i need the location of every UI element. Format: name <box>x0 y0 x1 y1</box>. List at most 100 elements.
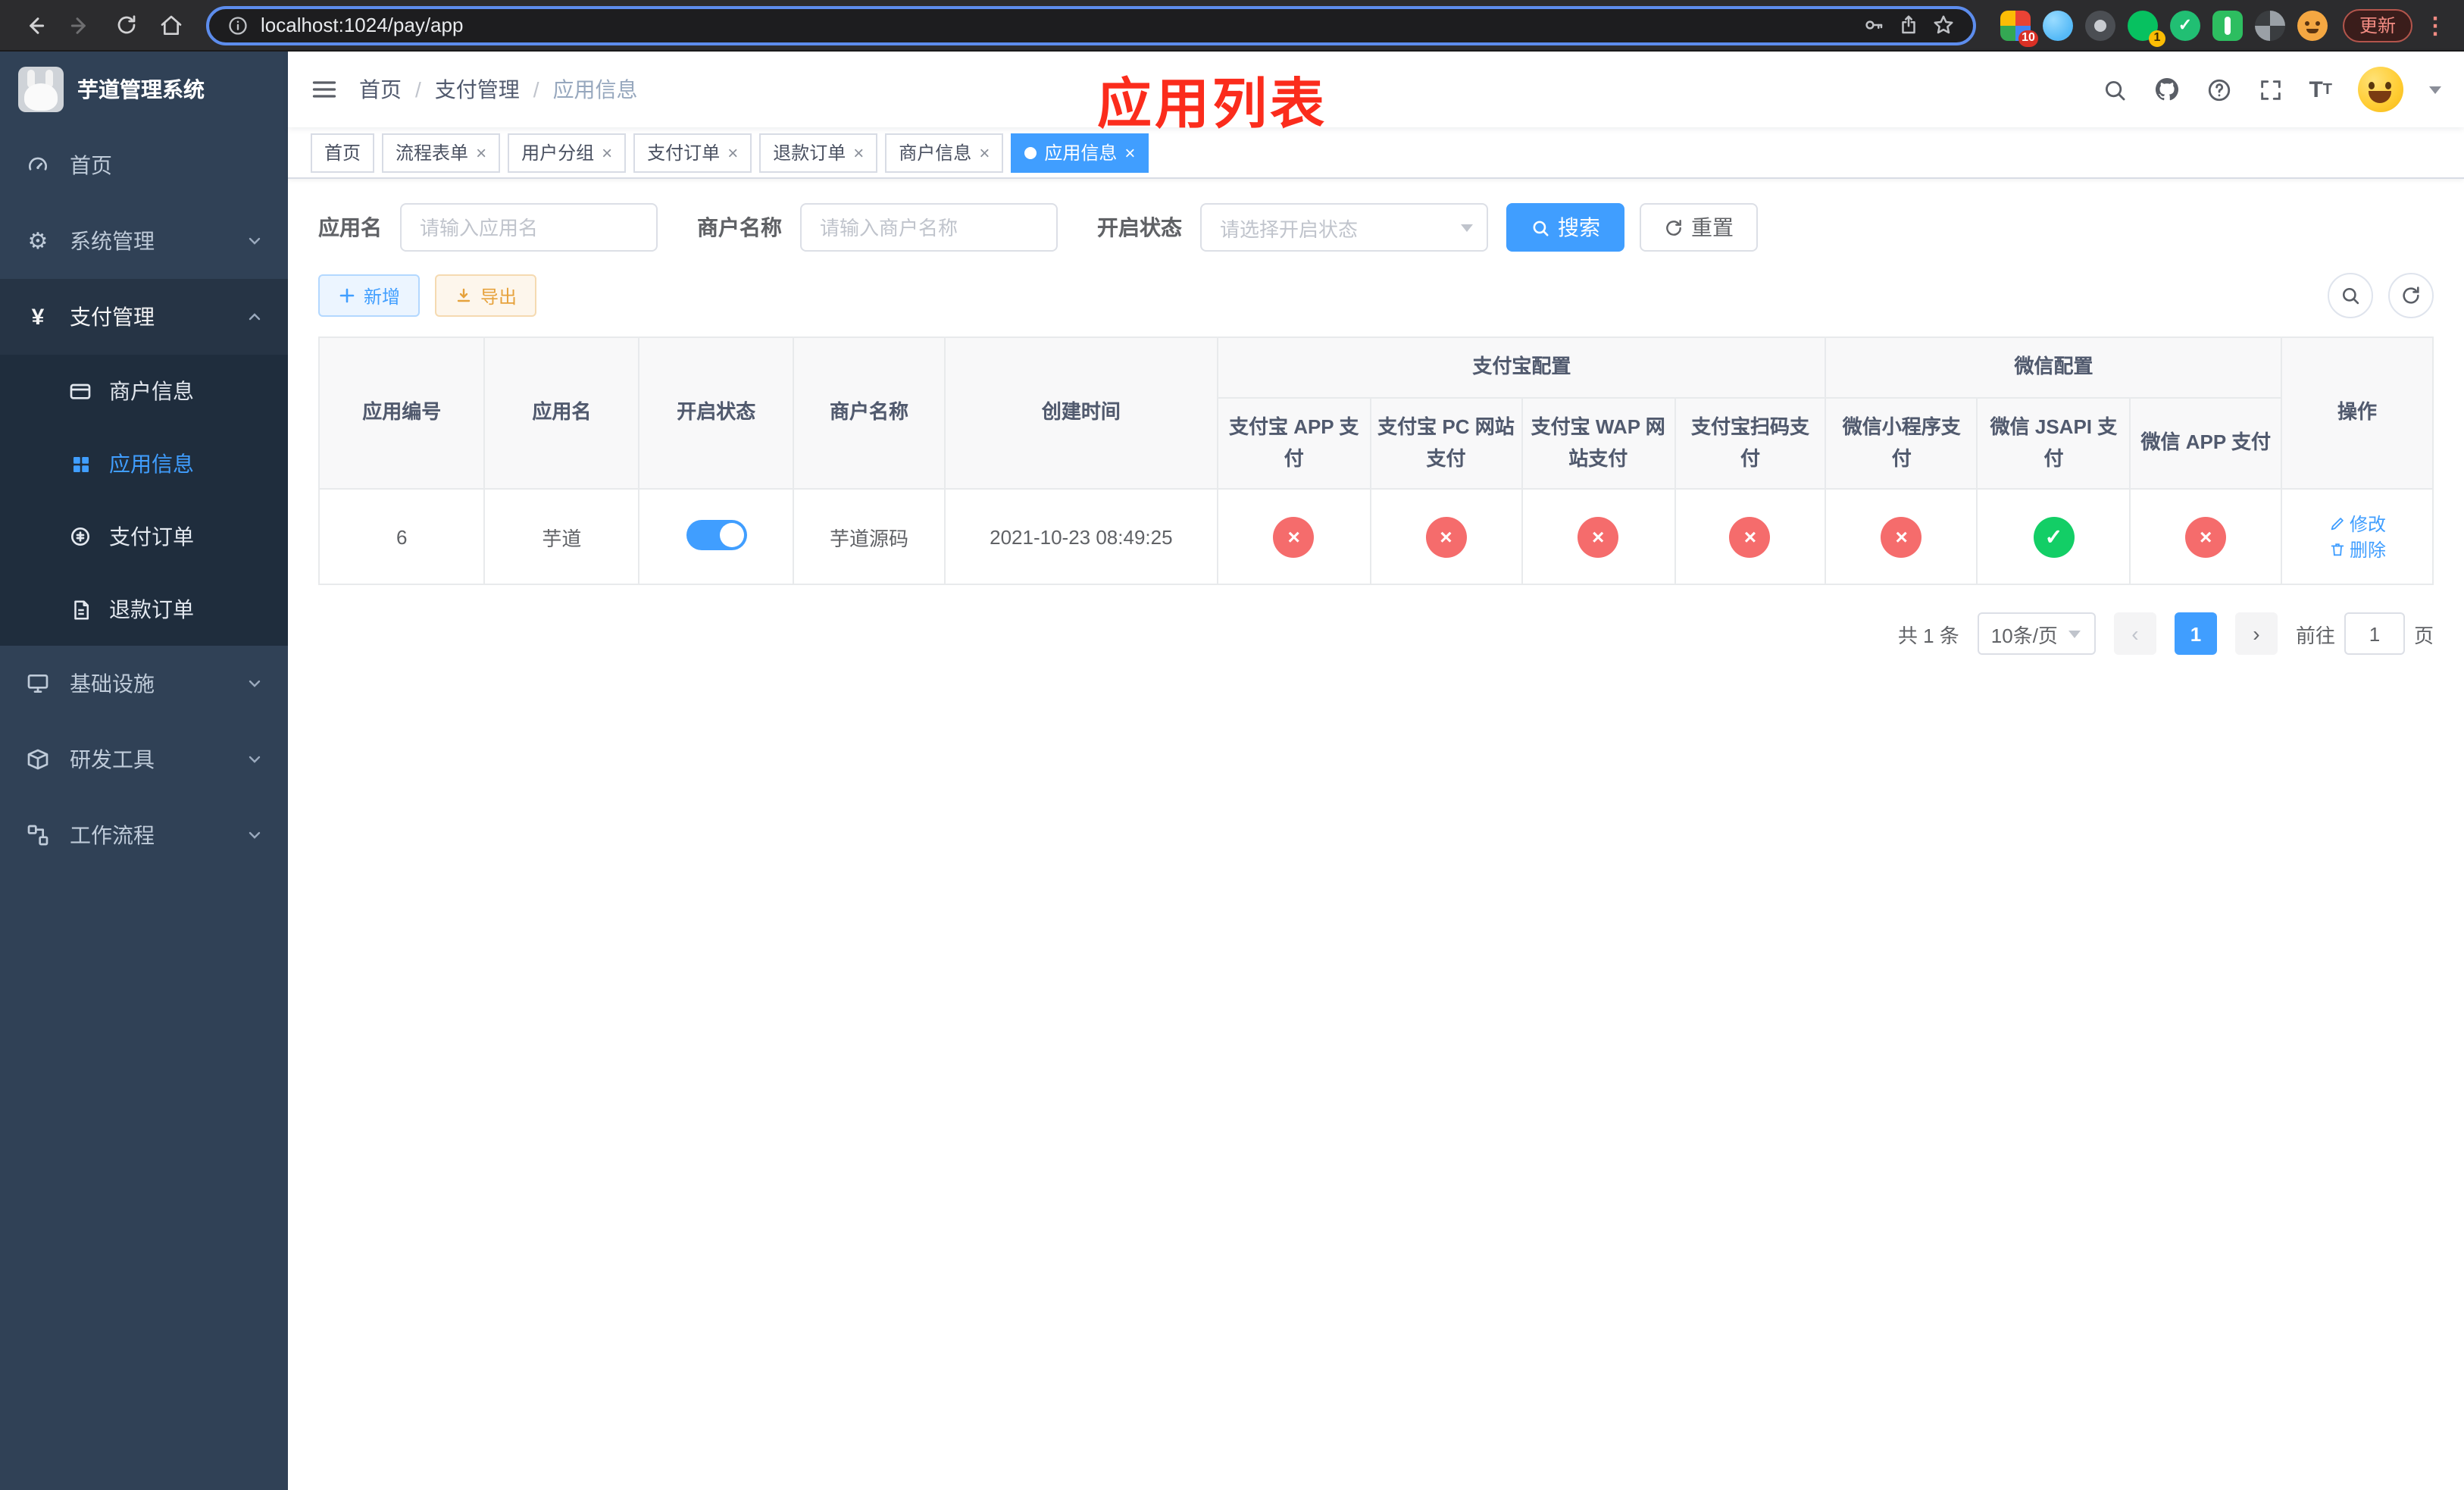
browser-menu-icon[interactable]: ⋮ <box>2422 11 2449 39</box>
page-number-1[interactable]: 1 <box>2174 612 2217 656</box>
fullscreen-icon[interactable] <box>2257 77 2283 102</box>
sidebar-item-home[interactable]: 首页 <box>0 127 288 203</box>
col-merchant-name: 商户名称 <box>793 336 946 490</box>
home-icon[interactable] <box>152 5 191 45</box>
app-title: 芋道管理系统 <box>77 77 205 102</box>
tab-home[interactable]: 首页 <box>311 133 375 172</box>
page-size-select[interactable]: 10条/页 <box>1977 612 2096 656</box>
avatar-caret-icon[interactable] <box>2429 86 2441 93</box>
tab-refund-order[interactable]: 退款订单 × <box>759 133 878 172</box>
export-button[interactable]: 导出 <box>435 274 537 317</box>
url-text[interactable]: localhost:1024/pay/app <box>261 14 1850 36</box>
site-info-icon[interactable] <box>227 14 249 36</box>
extensions-cluster: 10 1 ✓ <box>2000 10 2328 46</box>
cell-wechat-app <box>2129 488 2283 586</box>
goto-prefix: 前往 <box>2295 624 2335 647</box>
help-icon[interactable] <box>2206 77 2231 102</box>
browser-profile-avatar[interactable] <box>2297 10 2328 40</box>
goto-page-input[interactable] <box>2344 612 2405 656</box>
col-alipay-pc: 支付宝 PC 网站支付 <box>1369 396 1523 490</box>
search-button-label: 搜索 <box>1558 215 1600 239</box>
disabled-icon <box>1881 516 1922 558</box>
close-icon[interactable]: × <box>979 143 990 161</box>
status-label: 开启状态 <box>1097 215 1182 239</box>
reload-icon[interactable] <box>106 5 145 45</box>
edit-link[interactable]: 修改 <box>2328 512 2386 537</box>
workflow-icon <box>24 823 52 847</box>
disabled-icon <box>1273 516 1315 558</box>
forward-icon[interactable] <box>61 5 100 45</box>
col-app-id: 应用编号 <box>317 336 486 490</box>
sidebar-item-merchant-info[interactable]: 商户信息 <box>0 355 288 427</box>
browser-toolbar: localhost:1024/pay/app 10 1 ✓ 更新 ⋮ <box>0 0 2464 52</box>
extension-icon-3[interactable] <box>2084 10 2115 40</box>
cell-status <box>638 488 795 586</box>
extension-icon-1[interactable]: 10 <box>2000 10 2038 46</box>
breadcrumb-home[interactable]: 首页 <box>359 74 402 105</box>
close-icon[interactable]: × <box>476 143 486 161</box>
close-icon[interactable]: × <box>727 143 738 161</box>
next-page-button[interactable]: › <box>2234 612 2278 656</box>
sidebar-item-label: 研发工具 <box>70 747 155 772</box>
password-key-icon[interactable] <box>1862 14 1885 36</box>
breadcrumb-payment[interactable]: 支付管理 <box>435 74 520 105</box>
sidebar-item-devtools[interactable]: 研发工具 <box>0 722 288 797</box>
app-name-input[interactable] <box>400 203 658 252</box>
toggle-search-button[interactable] <box>2328 273 2373 318</box>
reset-button[interactable]: 重置 <box>1640 203 1758 252</box>
address-bar[interactable]: localhost:1024/pay/app <box>206 5 1976 45</box>
merchant-name-input[interactable] <box>800 203 1058 252</box>
close-icon[interactable]: × <box>1124 143 1135 161</box>
tab-label: 流程表单 <box>396 142 469 164</box>
sidebar-fold-icon[interactable] <box>311 76 338 103</box>
tab-user-group[interactable]: 用户分组 × <box>508 133 627 172</box>
user-avatar[interactable] <box>2358 67 2403 112</box>
tab-payment-order[interactable]: 支付订单 × <box>633 133 752 172</box>
status-select[interactable]: 请选择开启状态 <box>1200 203 1488 252</box>
tab-label: 首页 <box>324 142 361 164</box>
sidebar-item-payment[interactable]: ¥ 支付管理 <box>0 279 288 355</box>
share-icon[interactable] <box>1897 14 1920 36</box>
chevron-down-icon <box>245 675 264 693</box>
sidebar-item-app-info[interactable]: 应用信息 <box>0 427 288 500</box>
sidebar-item-system[interactable]: ⚙ 系统管理 <box>0 203 288 279</box>
sidebar-item-refund-order[interactable]: 退款订单 <box>0 573 288 646</box>
app-logo: 芋道管理系统 <box>0 52 288 127</box>
refresh-table-button[interactable] <box>2388 273 2434 318</box>
page-size-value: 10条/页 <box>1990 624 2058 647</box>
extension-icon-6[interactable] <box>2212 10 2243 40</box>
col-alipay-qr: 支付宝扫码支付 <box>1674 396 1827 490</box>
screen: localhost:1024/pay/app 10 1 ✓ 更新 ⋮ 芋道管理系… <box>0 0 2464 1490</box>
extension-icon-7[interactable] <box>2254 10 2285 40</box>
font-size-icon[interactable]: TT <box>2309 77 2332 102</box>
status-toggle[interactable] <box>686 519 747 550</box>
add-button[interactable]: 新增 <box>318 274 421 317</box>
search-icon[interactable] <box>2101 77 2127 102</box>
extension-icon-4[interactable]: 1 <box>2127 10 2165 46</box>
sidebar-item-label: 支付管理 <box>70 305 155 329</box>
search-button[interactable]: 搜索 <box>1506 203 1624 252</box>
bookmark-star-icon[interactable] <box>1932 14 1955 36</box>
extension-icon-5[interactable]: ✓ <box>2169 10 2200 40</box>
browser-update-button[interactable]: 更新 <box>2342 8 2412 42</box>
sidebar-item-payment-order[interactable]: 支付订单 <box>0 500 288 573</box>
sidebar-item-infrastructure[interactable]: 基础设施 <box>0 646 288 722</box>
disabled-icon <box>1425 516 1467 558</box>
prev-page-button[interactable]: ‹ <box>2113 612 2156 656</box>
sidebar-item-label: 支付订单 <box>109 524 194 549</box>
tab-label: 商户信息 <box>899 142 972 164</box>
back-icon[interactable] <box>15 5 55 45</box>
tab-merchant-info[interactable]: 商户信息 × <box>885 133 1004 172</box>
delete-link[interactable]: 删除 <box>2328 537 2386 563</box>
sidebar-item-workflow[interactable]: 工作流程 <box>0 797 288 873</box>
add-button-label: 新增 <box>364 286 401 307</box>
sidebar-item-label: 商户信息 <box>109 379 194 403</box>
close-icon[interactable]: × <box>602 143 612 161</box>
extension-icon-2[interactable] <box>2042 10 2073 40</box>
github-icon[interactable] <box>2153 76 2180 103</box>
table-row: 6 芋道 芋道源码 2021-10-23 08:49:25 × × × × × … <box>317 488 2434 586</box>
cell-wechat-lite <box>1825 488 1978 586</box>
close-icon[interactable]: × <box>853 143 864 161</box>
tab-process-form[interactable]: 流程表单 × <box>382 133 501 172</box>
document-icon <box>67 598 94 621</box>
